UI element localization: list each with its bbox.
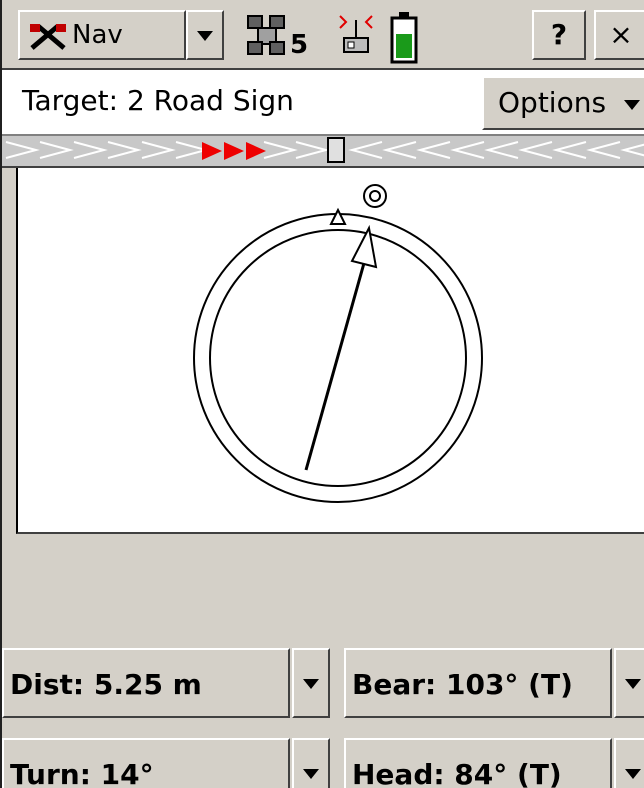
sun-icon (363, 184, 387, 208)
distance-dropdown-button[interactable] (292, 648, 330, 718)
nav-button[interactable]: Nav (18, 10, 186, 60)
close-button[interactable]: × (594, 10, 644, 60)
titlebar: Nav 5 ? × (2, 0, 644, 70)
app-window: Nav 5 ? × Target: 2 Road Sign Options Di… (0, 0, 644, 788)
radio-receiver-icon[interactable] (336, 12, 376, 60)
distance-value: Dist: 5.25 m (10, 668, 202, 701)
heading-dropdown-button[interactable] (614, 738, 644, 788)
options-button[interactable]: Options (482, 76, 644, 130)
chevron-down-icon (303, 769, 319, 779)
nav-crossed-tools-icon (30, 24, 66, 50)
heading-value: Head: 84° (T) (352, 758, 562, 788)
help-button[interactable]: ? (532, 10, 586, 60)
cross-track-bar (2, 136, 644, 168)
bearing-value: Bear: 103° (T) (352, 668, 573, 701)
chevron-down-icon (197, 31, 213, 41)
nav-dropdown-button[interactable] (186, 10, 224, 60)
chevron-down-icon (624, 100, 640, 110)
cross-track-indicator (5, 137, 644, 163)
battery-icon[interactable] (390, 12, 418, 64)
cross-track-thumb (327, 137, 345, 163)
target-label: Target: 2 Road Sign (22, 84, 294, 117)
nav-label: Nav (72, 20, 123, 50)
bearing-dropdown-button[interactable] (614, 648, 644, 718)
turn-field[interactable]: Turn: 14° (2, 738, 290, 788)
heading-marker (329, 207, 347, 225)
turn-value: Turn: 14° (10, 758, 154, 788)
satellite-count: 5 (290, 30, 309, 60)
bearing-arrow (304, 224, 378, 471)
chevron-down-icon (625, 679, 641, 689)
chevron-down-icon (303, 679, 319, 689)
compass-panel (16, 168, 644, 534)
compass-dial (193, 184, 483, 503)
bearing-field[interactable]: Bear: 103° (T) (344, 648, 612, 718)
target-row: Target: 2 Road Sign Options (2, 70, 644, 136)
chevron-down-icon (625, 769, 641, 779)
distance-field[interactable]: Dist: 5.25 m (2, 648, 290, 718)
satellite-icon[interactable] (246, 12, 288, 60)
heading-field[interactable]: Head: 84° (T) (344, 738, 612, 788)
turn-dropdown-button[interactable] (292, 738, 330, 788)
options-label: Options (498, 86, 607, 119)
